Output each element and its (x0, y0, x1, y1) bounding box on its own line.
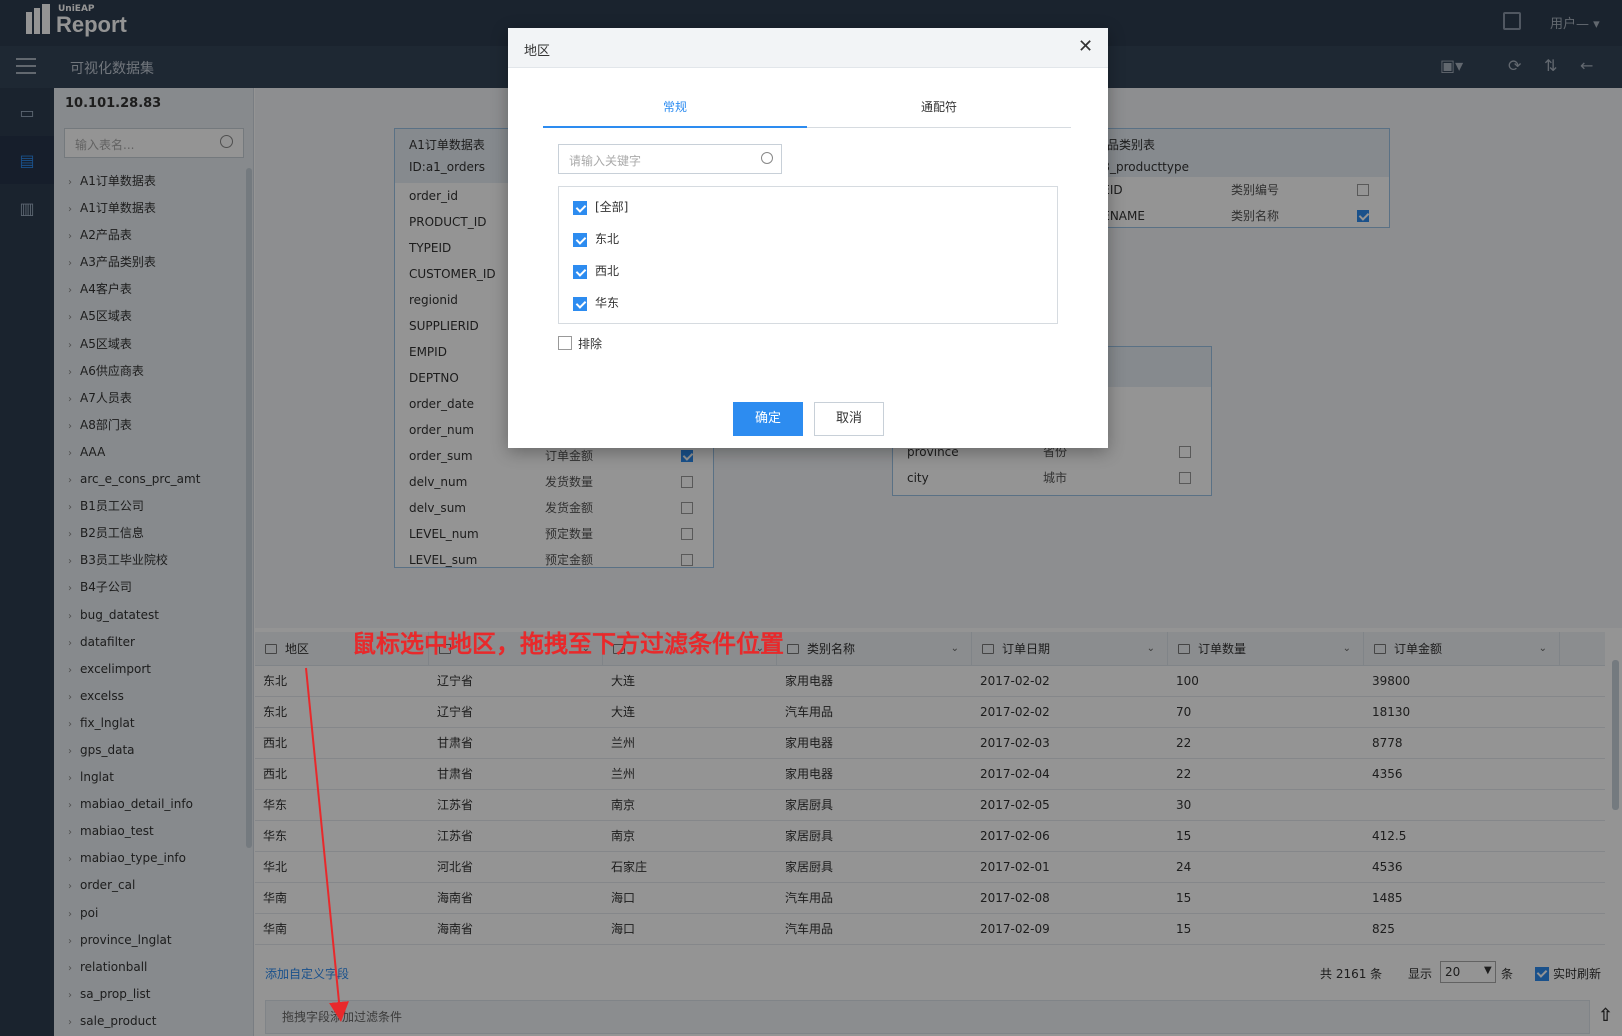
tab-normal[interactable]: 常规 (543, 98, 807, 128)
option-checkbox[interactable] (573, 201, 587, 215)
option-label: 西北 (595, 264, 620, 278)
annotation-text: 鼠标选中地区，拖拽至下方过滤条件位置 (352, 630, 784, 658)
cancel-button[interactable]: 取消 (814, 402, 884, 436)
option-checkbox[interactable] (573, 297, 587, 311)
dialog-title: 地区 (524, 44, 551, 59)
dialog-header (508, 28, 1108, 68)
region-filter-dialog: 地区 ✕ 常规 通配符 请输入关键字 [全部] 东北西北华东 排除 确定 取消 (508, 28, 1108, 448)
close-icon[interactable]: ✕ (1078, 36, 1093, 57)
exclude-checkbox[interactable] (558, 336, 572, 350)
search-icon[interactable] (761, 152, 773, 164)
option-label: 华东 (595, 296, 620, 310)
keyword-input[interactable]: 请输入关键字 (558, 144, 782, 174)
tab-wildcard[interactable]: 通配符 (807, 98, 1071, 128)
option-label: [全部] (595, 200, 629, 214)
option-label: 东北 (595, 232, 620, 246)
option-checkbox[interactable] (573, 265, 587, 279)
ok-button[interactable]: 确定 (733, 402, 803, 436)
exclude-label: 排除 (578, 337, 603, 351)
option-checkbox[interactable] (573, 233, 587, 247)
option-list: [全部] 东北西北华东 (558, 186, 1058, 324)
